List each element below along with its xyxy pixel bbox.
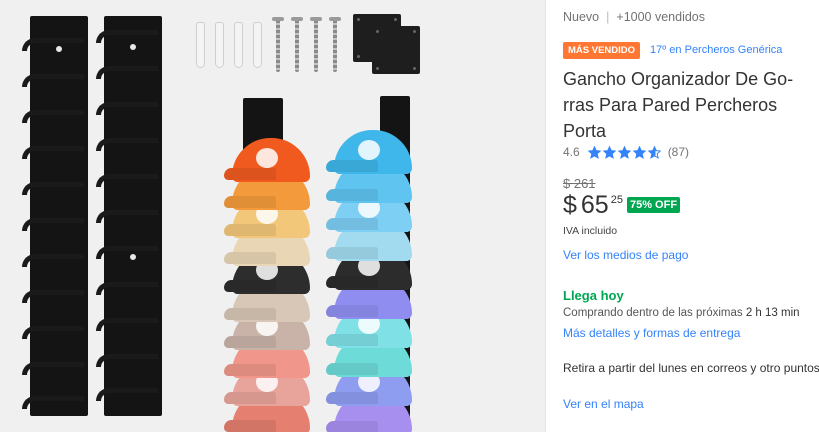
product-image[interactable] — [0, 0, 545, 432]
screw — [329, 17, 341, 72]
screw — [310, 17, 322, 72]
rating-stars — [587, 145, 661, 159]
shipping-subtitle-prefix: Comprando dentro de las próximas — [563, 307, 743, 319]
review-count: (87) — [667, 145, 690, 159]
shipping-title: Llega hoy — [563, 288, 624, 303]
product-meta: Nuevo | +1000 vendidos — [563, 10, 705, 24]
payment-methods-link[interactable]: Ver los medios de pago — [563, 248, 688, 262]
shipping-subtitle: Comprando dentro de las próximas 2 h 13 … — [563, 307, 800, 319]
price-integer: 65 — [580, 191, 609, 219]
category-ranking-link[interactable]: 17º en Percheros Genérica — [650, 44, 782, 56]
star-icon — [617, 145, 631, 159]
bestseller-badge: MÁS VENDIDO — [563, 42, 641, 59]
sold-count: +1000 vendidos — [616, 10, 706, 24]
hanger-strip-left — [22, 16, 88, 416]
rating-summary[interactable]: 4.6 (87) — [563, 145, 689, 159]
star-icon — [632, 145, 646, 159]
adhesive-pad — [372, 26, 420, 74]
star-icon — [587, 145, 601, 159]
price-cents: 25 — [610, 194, 623, 206]
screw — [291, 17, 303, 72]
wall-anchor — [234, 22, 243, 68]
map-link[interactable]: Ver en el mapa — [563, 397, 644, 411]
original-price: $ 261 — [563, 176, 596, 191]
pickup-info: Retira a partir del lunes en correos y o… — [563, 361, 819, 375]
price-currency: $ — [563, 191, 577, 219]
product-details-panel: Nuevo | +1000 vendidos MÁS VENDIDO 17º en … — [546, 0, 819, 432]
wall-anchor — [253, 22, 262, 68]
tax-note: IVA incluido — [563, 225, 618, 237]
meta-separator: | — [606, 10, 610, 24]
wall-anchor — [196, 22, 205, 68]
shipping-details-link[interactable]: Más detalles y formas de entrega — [563, 326, 740, 340]
rating-score: 4.6 — [563, 145, 580, 159]
hanger-strip-right — [96, 16, 162, 416]
current-price: $ 65 25 75% OFF — [563, 190, 681, 220]
shipping-time-left: 2 h 13 min — [745, 307, 800, 319]
star-icon — [602, 145, 616, 159]
discount-badge: 75% OFF — [626, 197, 681, 213]
condition-label: Nuevo — [563, 10, 600, 24]
wall-anchor — [215, 22, 224, 68]
product-title: Gancho Organizador De Go-rras Para Pared… — [563, 69, 794, 141]
star-icon — [647, 145, 661, 159]
screw — [272, 17, 284, 72]
